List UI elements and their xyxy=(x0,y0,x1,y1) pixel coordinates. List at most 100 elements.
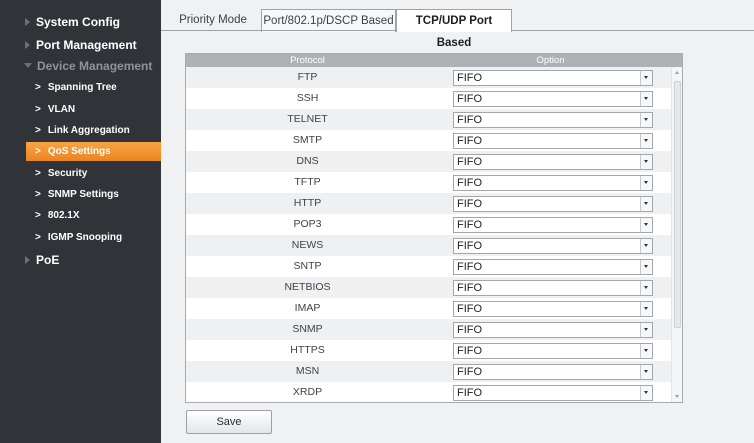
option-select[interactable]: FIFO xyxy=(453,91,653,107)
protocol-name: POP3 xyxy=(293,218,322,230)
scrollbar-thumb[interactable] xyxy=(674,81,681,328)
sidebar-section-label: Port Management xyxy=(36,37,137,52)
protocol-name: TFTP xyxy=(294,176,321,188)
chevron-right-icon: > xyxy=(35,210,41,221)
sidebar: System Config Port Management Device Man… xyxy=(0,0,161,443)
option-select[interactable]: FIFO xyxy=(453,70,653,86)
dropdown-arrow-icon[interactable] xyxy=(640,386,652,400)
sidebar-item-label: Security xyxy=(47,168,88,179)
dropdown-arrow-icon[interactable] xyxy=(640,281,652,295)
option-select[interactable]: FIFO xyxy=(453,280,653,296)
protocol-name: XRDP xyxy=(292,386,323,398)
dropdown-arrow-icon[interactable] xyxy=(640,134,652,148)
table-row: NEWS FIFO xyxy=(186,235,672,256)
dropdown-arrow-icon[interactable] xyxy=(640,197,652,211)
option-select[interactable]: FIFO xyxy=(453,217,653,233)
option-select[interactable]: FIFO xyxy=(453,112,653,128)
dropdown-arrow-icon[interactable] xyxy=(640,365,652,379)
sidebar-section-port-management[interactable]: Port Management xyxy=(0,34,161,55)
table-row: MSN FIFO xyxy=(186,361,672,382)
sidebar-item-security[interactable]: > Security xyxy=(0,164,161,183)
tab-priority-mode[interactable]: Priority Mode xyxy=(173,9,253,31)
dropdown-arrow-icon[interactable] xyxy=(640,218,652,232)
scroll-down-icon[interactable] xyxy=(675,395,679,398)
sidebar-item-vlan[interactable]: > VLAN xyxy=(0,100,161,119)
protocol-name: NEWS xyxy=(291,239,324,251)
protocol-name: DNS xyxy=(296,155,319,167)
protocol-name: NETBIOS xyxy=(284,281,331,293)
tab-bar: Priority Mode Port/802.1p/DSCP Based TCP… xyxy=(161,0,754,49)
option-select-value: FIFO xyxy=(457,93,483,105)
sidebar-item-link-aggregation[interactable]: > Link Aggregation xyxy=(0,121,161,140)
dropdown-arrow-icon[interactable] xyxy=(640,92,652,106)
protocol-name: HTTPS xyxy=(290,344,325,356)
table-row: FTP FIFO xyxy=(186,67,672,88)
option-select[interactable]: FIFO xyxy=(453,385,653,401)
table-scrollbar[interactable] xyxy=(671,67,682,402)
option-select[interactable]: FIFO xyxy=(453,364,653,380)
dropdown-arrow-icon[interactable] xyxy=(640,323,652,337)
sidebar-item-label: Spanning Tree xyxy=(47,82,117,93)
option-select-value: FIFO xyxy=(457,156,483,168)
sidebar-section-label: System Config xyxy=(36,14,121,29)
protocol-name: FTP xyxy=(297,71,318,83)
sidebar-item-spanning-tree[interactable]: > Spanning Tree xyxy=(0,78,161,97)
column-header-protocol: Protocol xyxy=(290,55,325,66)
sidebar-item-label: 802.1X xyxy=(47,210,80,221)
dropdown-arrow-icon[interactable] xyxy=(640,113,652,127)
option-select-value: FIFO xyxy=(457,282,483,294)
protocol-name: IMAP xyxy=(294,302,321,314)
dropdown-arrow-icon[interactable] xyxy=(640,176,652,190)
dropdown-arrow-icon[interactable] xyxy=(640,344,652,358)
protocol-name: MSN xyxy=(295,365,320,377)
sidebar-section-poe[interactable]: PoE xyxy=(0,249,161,270)
option-select[interactable]: FIFO xyxy=(453,322,653,338)
triangle-down-icon xyxy=(24,63,32,68)
chevron-right-icon: > xyxy=(35,232,41,243)
table-row: TFTP FIFO xyxy=(186,172,672,193)
sidebar-item-igmp-snooping[interactable]: > IGMP Snooping xyxy=(0,228,161,247)
sidebar-item-snmp-settings[interactable]: > SNMP Settings xyxy=(0,185,161,204)
table-row: SSH FIFO xyxy=(186,88,672,109)
option-select[interactable]: FIFO xyxy=(453,343,653,359)
dropdown-arrow-icon[interactable] xyxy=(640,260,652,274)
option-select[interactable]: FIFO xyxy=(453,259,653,275)
option-select[interactable]: FIFO xyxy=(453,196,653,212)
option-select-value: FIFO xyxy=(457,135,483,147)
option-select[interactable]: FIFO xyxy=(453,175,653,191)
sidebar-item-label: SNMP Settings xyxy=(47,189,119,200)
dropdown-arrow-icon[interactable] xyxy=(640,155,652,169)
sidebar-section-device-management[interactable]: Device Management xyxy=(0,55,161,76)
scroll-up-icon[interactable] xyxy=(675,71,679,74)
tab-port-802-1p-dscp-based[interactable]: Port/802.1p/DSCP Based xyxy=(261,9,396,32)
table-row: XRDP FIFO xyxy=(186,382,672,402)
sidebar-item-label: IGMP Snooping xyxy=(47,232,123,243)
option-select-value: FIFO xyxy=(457,303,483,315)
option-select-value: FIFO xyxy=(457,324,483,336)
protocol-name: SNMP xyxy=(292,323,323,335)
chevron-right-icon: > xyxy=(35,146,41,157)
table-row: NETBIOS FIFO xyxy=(186,277,672,298)
protocol-name: HTTP xyxy=(293,197,322,209)
table-row: SNMP FIFO xyxy=(186,319,672,340)
table-row: SMTP FIFO xyxy=(186,130,672,151)
tab-tcp-udp-port-based[interactable]: TCP/UDP Port Based xyxy=(396,9,512,49)
sidebar-item-802-1x[interactable]: > 802.1X xyxy=(0,206,161,225)
sidebar-section-system-config[interactable]: System Config xyxy=(0,11,161,32)
chevron-right-icon: > xyxy=(35,104,41,115)
protocol-name: SNTP xyxy=(293,260,322,272)
table-row: HTTP FIFO xyxy=(186,193,672,214)
option-select[interactable]: FIFO xyxy=(453,301,653,317)
dropdown-arrow-icon[interactable] xyxy=(640,71,652,85)
protocol-name: SMTP xyxy=(292,134,323,146)
option-select-value: FIFO xyxy=(457,261,483,273)
option-select[interactable]: FIFO xyxy=(453,133,653,149)
option-select[interactable]: FIFO xyxy=(453,238,653,254)
dropdown-arrow-icon[interactable] xyxy=(640,239,652,253)
option-select[interactable]: FIFO xyxy=(453,154,653,170)
chevron-right-icon: > xyxy=(35,125,41,136)
triangle-right-icon xyxy=(25,17,30,26)
save-button[interactable]: Save xyxy=(186,410,272,434)
sidebar-item-qos-settings[interactable]: > QoS Settings xyxy=(26,142,161,161)
dropdown-arrow-icon[interactable] xyxy=(640,302,652,316)
